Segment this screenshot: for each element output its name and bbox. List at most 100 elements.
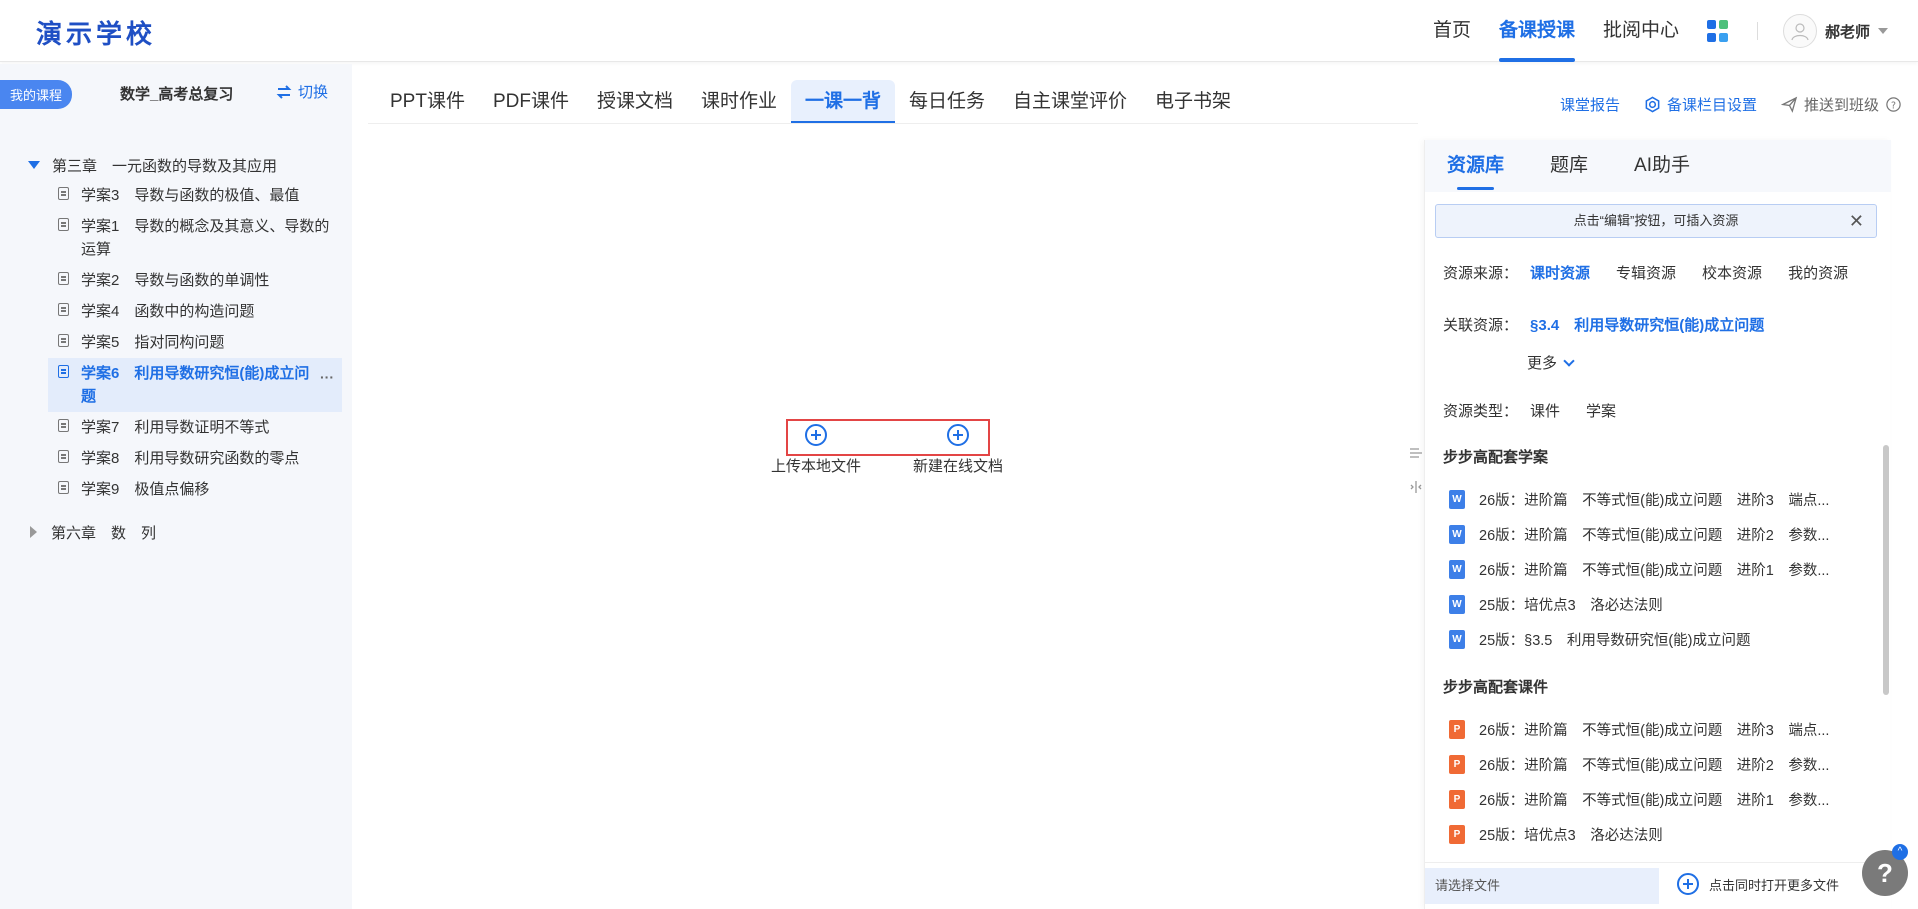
column-settings-button[interactable]: 备课栏目设置: [1644, 94, 1757, 115]
tab-ppt[interactable]: PPT课件: [376, 80, 479, 124]
open-more-files-button[interactable]: 点击同时打开更多文件: [1677, 873, 1839, 895]
document-icon: [58, 481, 69, 494]
apps-grid-icon[interactable]: [1707, 20, 1729, 42]
more-label: 更多: [1527, 355, 1558, 372]
nav-review-center[interactable]: 批阅中心: [1603, 0, 1679, 62]
source-option-school[interactable]: 校本资源: [1702, 262, 1762, 283]
lesson-label: 学案5 指对同构问题: [81, 334, 225, 351]
tab-resource-library[interactable]: 资源库: [1447, 140, 1504, 192]
tab-ai-assistant[interactable]: AI助手: [1634, 140, 1690, 192]
insert-notice: 点击“编辑”按钮，可插入资源 ✕: [1435, 204, 1877, 238]
tab-daily-task[interactable]: 每日任务: [895, 80, 999, 124]
expand-triangle-icon: [28, 161, 40, 169]
class-report-link[interactable]: 课堂报告: [1560, 94, 1620, 115]
course-title: 数学_高考总复习: [120, 86, 234, 103]
lesson-item[interactable]: 学案9 极值点偏移: [0, 474, 342, 505]
resource-item[interactable]: P 26版：进阶篇 不等式恒(能)成立问题 进阶3 端点...: [1449, 719, 1869, 740]
word-file-icon: W: [1449, 490, 1465, 509]
section-title-courseware: 步步高配套课件: [1443, 676, 1548, 699]
ppt-file-icon: P: [1449, 790, 1465, 809]
resource-item[interactable]: W 25版：培优点3 洛必达法则: [1449, 594, 1869, 615]
resource-item[interactable]: W 26版：进阶篇 不等式恒(能)成立问题 进阶3 端点...: [1449, 489, 1869, 510]
panel-scrollbar[interactable]: [1883, 445, 1889, 695]
new-online-doc-button[interactable]: 新建在线文档: [913, 424, 1003, 476]
resource-item[interactable]: W 26版：进阶篇 不等式恒(能)成立问题 进阶1 参数...: [1449, 559, 1869, 580]
notice-text: 点击“编辑”按钮，可插入资源: [1573, 213, 1739, 228]
lesson-item[interactable]: 学案4 函数中的构造问题: [0, 296, 342, 327]
lesson-item[interactable]: 学案8 利用导数研究函数的零点: [0, 443, 342, 474]
switch-course-button[interactable]: 切换: [276, 81, 328, 102]
associated-resource-row: 关联资源： §3.4 利用导数研究恒(能)成立问题: [1443, 314, 1764, 335]
section-title-plans: 步步高配套学案: [1443, 446, 1548, 469]
lesson-label: 学案3 导数与函数的极值、最值: [81, 187, 300, 204]
nav-home[interactable]: 首页: [1433, 0, 1471, 62]
resource-item[interactable]: P 26版：进阶篇 不等式恒(能)成立问题 进阶1 参数...: [1449, 789, 1869, 810]
lesson-item[interactable]: 学案5 指对同构问题: [0, 327, 342, 358]
help-circle-icon[interactable]: ?: [1885, 96, 1902, 113]
chapter-label: 第六章 数 列: [51, 524, 157, 542]
tab-self-evaluation[interactable]: 自主课堂评价: [999, 80, 1141, 124]
my-course-badge[interactable]: 我的课程: [0, 80, 73, 109]
nav-prepare-teach[interactable]: 备课授课: [1498, 0, 1575, 62]
type-option-courseware[interactable]: 课件: [1530, 400, 1560, 421]
plus-circle-icon: [1677, 873, 1699, 895]
more-options-icon[interactable]: ···: [320, 366, 334, 389]
tab-homework[interactable]: 课时作业: [687, 80, 791, 124]
assoc-value[interactable]: §3.4 利用导数研究恒(能)成立问题: [1530, 314, 1764, 335]
lesson-item[interactable]: 学案1 导数的概念及其意义、导数的运算: [0, 211, 342, 265]
collapse-triangle-icon: [30, 526, 37, 538]
close-icon[interactable]: ✕: [1849, 205, 1864, 237]
lesson-label: 学案6 利用导数研究恒(能)成立问题: [81, 365, 310, 405]
resource-item[interactable]: P 26版：进阶篇 不等式恒(能)成立问题 进阶2 参数...: [1449, 754, 1869, 775]
assoc-label: 关联资源：: [1443, 317, 1519, 334]
source-option-lesson[interactable]: 课时资源: [1530, 262, 1590, 283]
tab-question-bank[interactable]: 题库: [1550, 140, 1588, 192]
upload-local-label: 上传本地文件: [771, 458, 862, 475]
lesson-item[interactable]: 学案7 利用导数证明不等式: [0, 412, 342, 443]
header-actions: 课堂报告 备课栏目设置 推送到班级 ?: [1560, 94, 1902, 115]
school-logo[interactable]: 演示学校: [36, 14, 156, 51]
ppt-file-icon: P: [1449, 755, 1465, 774]
chapter-item-3[interactable]: 第三章 一元函数的导数及其应用: [0, 150, 352, 180]
new-doc-label: 新建在线文档: [913, 458, 1004, 475]
push-to-class-button[interactable]: 推送到班级 ?: [1780, 94, 1902, 115]
lesson-item[interactable]: 学案3 导数与函数的极值、最值: [0, 180, 342, 211]
tabs-divider: [368, 123, 1418, 124]
word-file-icon: W: [1449, 560, 1465, 579]
ppt-file-icon: P: [1449, 825, 1465, 844]
type-option-plan[interactable]: 学案: [1586, 400, 1616, 421]
user-menu[interactable]: 郝老师: [1782, 14, 1888, 48]
source-option-album[interactable]: 专辑资源: [1616, 262, 1676, 283]
document-icon: [58, 419, 69, 432]
upload-local-file-button[interactable]: 上传本地文件: [771, 424, 861, 476]
open-more-label: 点击同时打开更多文件: [1709, 877, 1840, 893]
tab-teaching-doc[interactable]: 授课文档: [583, 80, 687, 124]
tab-one-lesson-one-recite[interactable]: 一课一背: [791, 80, 896, 124]
list-toggle-icon[interactable]: [1408, 446, 1424, 462]
plus-circle-icon: [947, 424, 969, 446]
chevron-up-icon[interactable]: ^: [1892, 844, 1908, 860]
lesson-item-active[interactable]: 学案6 利用导数研究恒(能)成立问题 ···: [48, 358, 342, 412]
more-toggle[interactable]: 更多: [1527, 352, 1575, 373]
lesson-label: 学案9 极值点偏移: [81, 481, 210, 498]
word-file-icon: W: [1449, 525, 1465, 544]
svg-text:?: ?: [1891, 100, 1896, 111]
lesson-label: 学案1 导数的概念及其意义、导数的运算: [81, 218, 330, 258]
panel-bottom-bar: 请选择文件 点击同时打开更多文件: [1425, 862, 1891, 909]
source-filter-row: 资源来源： 课时资源 专辑资源 校本资源 我的资源: [1443, 262, 1874, 283]
resource-item[interactable]: W 26版：进阶篇 不等式恒(能)成立问题 进阶2 参数...: [1449, 524, 1869, 545]
split-view-icon[interactable]: [1408, 480, 1424, 496]
resource-item[interactable]: W 25版：§3.5 利用导数研究恒(能)成立问题: [1449, 629, 1869, 650]
column-settings-label: 备课栏目设置: [1666, 97, 1757, 114]
switch-label: 切换: [298, 84, 329, 101]
top-header: 演示学校 首页 备课授课 批阅中心 郝老师: [0, 0, 1918, 62]
tab-pdf[interactable]: PDF课件: [479, 80, 583, 124]
resource-item[interactable]: P 25版：培优点3 洛必达法则: [1449, 824, 1869, 845]
tab-ebook-shelf[interactable]: 电子书架: [1141, 80, 1245, 124]
file-select-input[interactable]: 请选择文件: [1425, 868, 1659, 904]
source-option-mine[interactable]: 我的资源: [1788, 262, 1848, 283]
gear-icon: [1645, 96, 1660, 113]
top-nav: 首页 备课授课 批阅中心: [1405, 0, 1758, 62]
chapter-item-6[interactable]: 第六章 数 列: [0, 517, 352, 547]
lesson-item[interactable]: 学案2 导数与函数的单调性: [0, 265, 342, 296]
